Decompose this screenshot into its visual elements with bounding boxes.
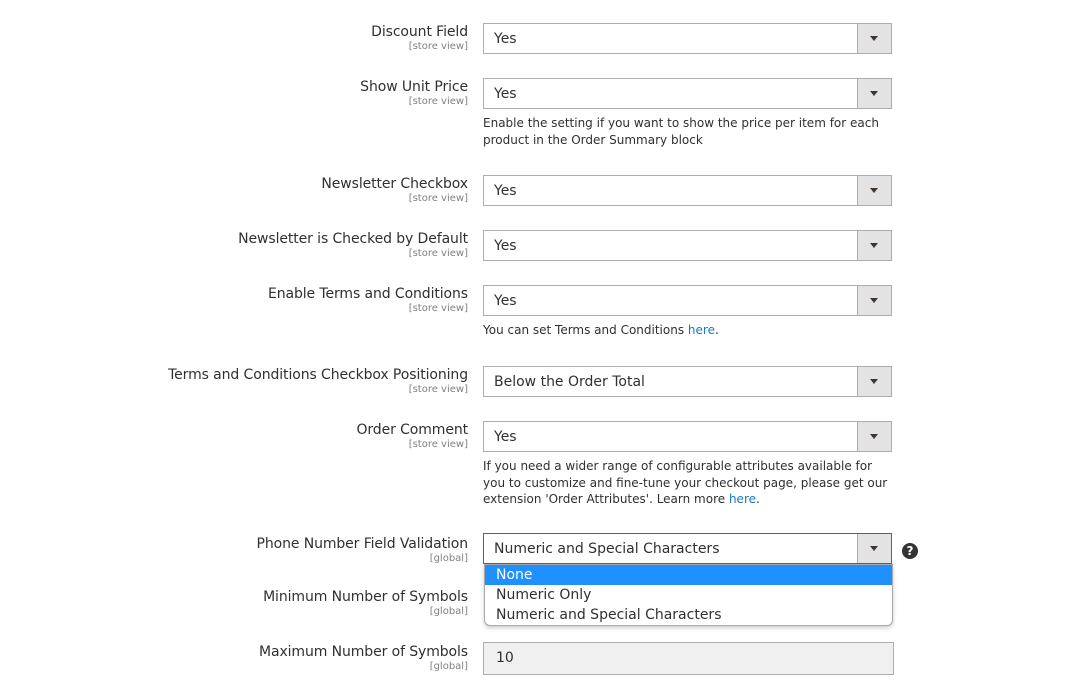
dropdown-option-numeric-special[interactable]: Numeric and Special Characters xyxy=(485,605,892,625)
terms-enable-note: You can set Terms and Conditions here. xyxy=(483,322,903,339)
newsletter-checkbox-value: Yes xyxy=(494,183,517,199)
terms-enable-select[interactable]: Yes xyxy=(483,285,892,316)
order-comment-select[interactable]: Yes xyxy=(483,421,892,452)
discount-field-label-group: Discount Field [store view] xyxy=(371,23,468,52)
show-unit-price-label: Show Unit Price xyxy=(360,79,468,95)
discount-field-select[interactable]: Yes xyxy=(483,23,892,54)
help-icon[interactable]: ? xyxy=(902,543,918,559)
newsletter-default-select[interactable]: Yes xyxy=(483,230,892,261)
order-comment-label: Order Comment xyxy=(356,422,468,438)
newsletter-default-label-group: Newsletter is Checked by Default [store … xyxy=(238,230,468,259)
terms-enable-value: Yes xyxy=(494,293,517,309)
terms-position-label: Terms and Conditions Checkbox Positionin… xyxy=(168,367,468,383)
order-comment-note-suffix: . xyxy=(756,492,760,506)
phone-validation-label-group: Phone Number Field Validation [global] xyxy=(256,535,468,564)
show-unit-price-value: Yes xyxy=(494,86,517,102)
max-symbols-input[interactable]: 10 xyxy=(483,642,894,675)
order-comment-value: Yes xyxy=(494,429,517,445)
phone-validation-dropdown[interactable]: None Numeric Only Numeric and Special Ch… xyxy=(484,564,893,626)
terms-enable-label: Enable Terms and Conditions xyxy=(267,286,468,302)
order-comment-label-group: Order Comment [store view] xyxy=(356,421,468,450)
chevron-down-icon[interactable] xyxy=(857,534,891,563)
terms-enable-label-group: Enable Terms and Conditions [store view] xyxy=(268,285,468,314)
min-symbols-scope: [global] xyxy=(429,606,468,617)
max-symbols-scope: [global] xyxy=(429,661,468,672)
phone-validation-select[interactable]: Numeric and Special Characters xyxy=(483,533,892,564)
min-symbols-label: Minimum Number of Symbols xyxy=(263,589,468,605)
newsletter-checkbox-select[interactable]: Yes xyxy=(483,175,892,206)
newsletter-default-value: Yes xyxy=(494,238,517,254)
discount-field-value: Yes xyxy=(494,31,517,47)
max-symbols-label-group: Maximum Number of Symbols [global] xyxy=(259,643,468,672)
dropdown-option-none[interactable]: None xyxy=(485,565,892,585)
newsletter-default-scope: [store view] xyxy=(408,248,468,259)
newsletter-checkbox-label: Newsletter Checkbox xyxy=(321,176,468,192)
terms-here-link[interactable]: here xyxy=(688,323,715,337)
newsletter-default-label: Newsletter is Checked by Default xyxy=(238,231,468,247)
chevron-down-icon[interactable] xyxy=(857,176,891,205)
terms-position-scope: [store view] xyxy=(408,384,468,395)
discount-field-label: Discount Field xyxy=(371,24,468,40)
newsletter-checkbox-label-group: Newsletter Checkbox [store view] xyxy=(321,175,468,204)
newsletter-checkbox-scope: [store view] xyxy=(408,193,468,204)
order-comment-note: If you need a wider range of configurabl… xyxy=(483,458,893,508)
phone-validation-label: Phone Number Field Validation xyxy=(256,536,468,552)
discount-field-scope: [store view] xyxy=(408,41,468,52)
terms-position-select[interactable]: Below the Order Total xyxy=(483,366,892,397)
chevron-down-icon[interactable] xyxy=(857,24,891,53)
max-symbols-label: Maximum Number of Symbols xyxy=(258,644,468,660)
order-comment-scope: [store view] xyxy=(408,439,468,450)
phone-validation-value: Numeric and Special Characters xyxy=(494,541,720,557)
min-symbols-label-group: Minimum Number of Symbols [global] xyxy=(263,588,468,617)
show-unit-price-scope: [store view] xyxy=(408,96,468,107)
phone-validation-scope: [global] xyxy=(429,553,468,564)
chevron-down-icon[interactable] xyxy=(857,286,891,315)
order-attributes-here-link[interactable]: here xyxy=(729,492,756,506)
dropdown-option-numeric-only[interactable]: Numeric Only xyxy=(485,585,892,605)
show-unit-price-label-group: Show Unit Price [store view] xyxy=(360,78,468,107)
chevron-down-icon[interactable] xyxy=(857,231,891,260)
terms-enable-scope: [store view] xyxy=(408,303,468,314)
terms-position-value: Below the Order Total xyxy=(494,374,645,390)
chevron-down-icon[interactable] xyxy=(857,422,891,451)
terms-note-text: You can set Terms and Conditions xyxy=(483,323,688,337)
terms-position-label-group: Terms and Conditions Checkbox Positionin… xyxy=(168,366,468,395)
terms-note-suffix: . xyxy=(714,323,719,337)
show-unit-price-select[interactable]: Yes xyxy=(483,78,892,109)
order-comment-note-text: If you need a wider range of configurabl… xyxy=(483,459,888,506)
chevron-down-icon[interactable] xyxy=(857,367,891,396)
chevron-down-icon[interactable] xyxy=(857,79,891,108)
show-unit-price-note: Enable the setting if you want to show t… xyxy=(483,116,879,147)
